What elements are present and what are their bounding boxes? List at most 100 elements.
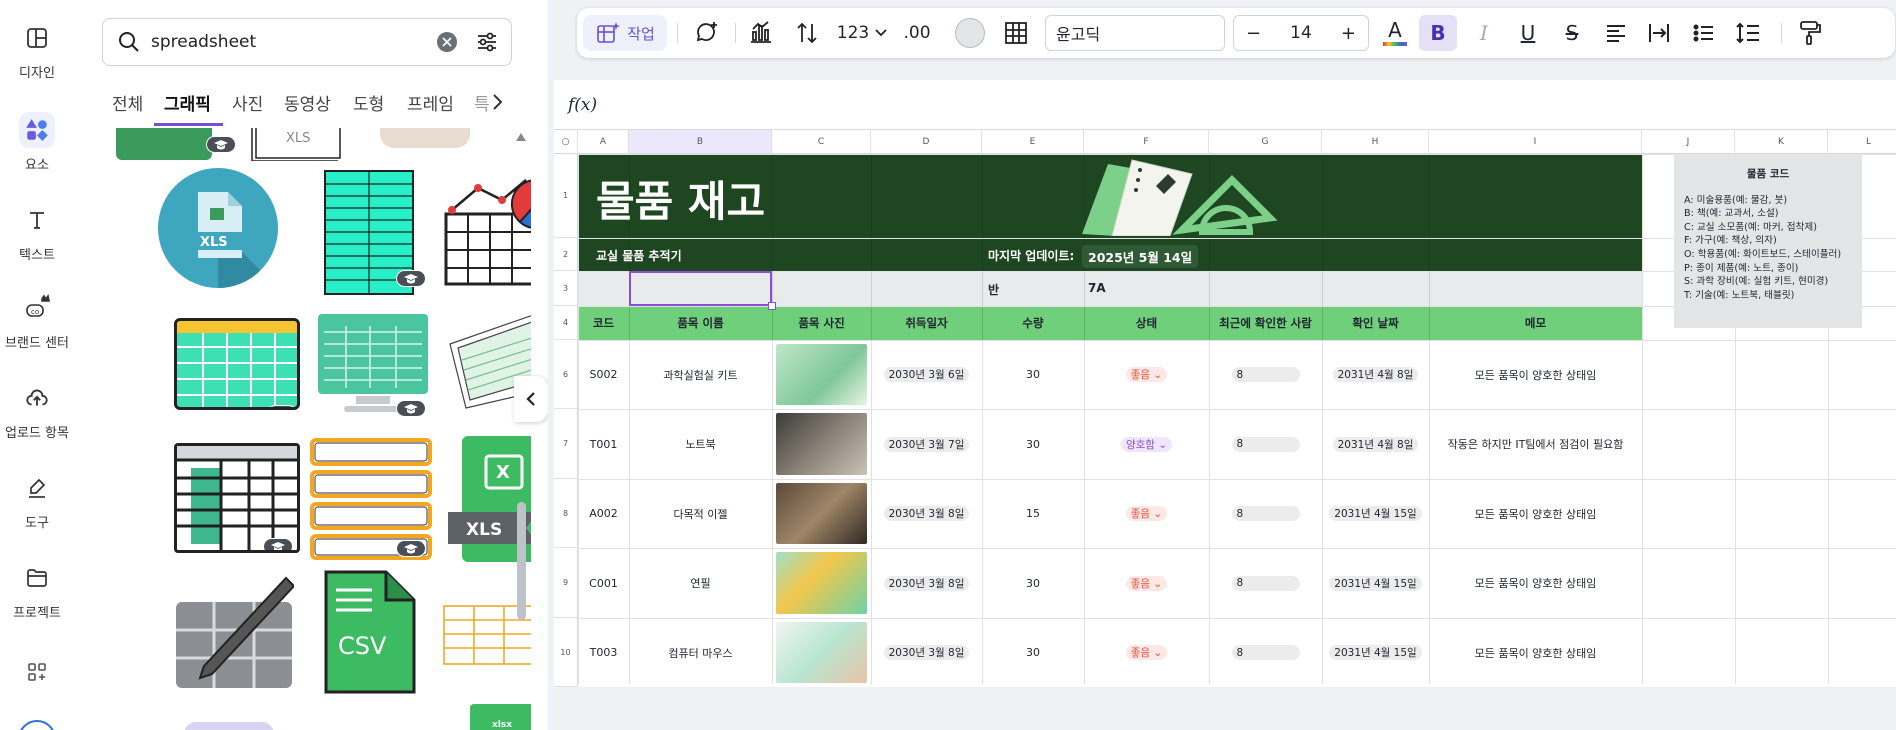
row-header[interactable]: 1	[554, 154, 578, 238]
checked-date-cell[interactable]: 2031년 4월 8일	[1322, 409, 1429, 479]
acquired-date-cell[interactable]: 2030년 3월 8일	[871, 479, 982, 548]
column-header[interactable]: G	[1209, 130, 1322, 154]
column-header[interactable]: L	[1828, 130, 1896, 154]
select-all-corner[interactable]: ○	[554, 130, 578, 154]
quantity-cell[interactable]: 15	[982, 479, 1084, 548]
code-cell[interactable]: T003	[578, 618, 629, 687]
comment-button[interactable]	[689, 15, 725, 51]
rail-item-brand[interactable]: co 브랜드 센터	[0, 290, 74, 351]
column-header[interactable]: H	[1322, 130, 1429, 154]
tab-graphics[interactable]: 그래픽	[164, 90, 211, 115]
status-cell[interactable]: 양호함 ⌄	[1084, 409, 1209, 479]
checker-cell[interactable]: 8	[1209, 409, 1322, 479]
status-badge[interactable]: 좋음 ⌄	[1125, 367, 1168, 382]
acquired-date-cell[interactable]: 2030년 3월 8일	[871, 548, 982, 618]
status-badge[interactable]: 양호함 ⌄	[1120, 436, 1173, 452]
checker-cell[interactable]: 8	[1209, 618, 1322, 687]
tile-xls-outline[interactable]: XLS	[248, 128, 348, 162]
code-cell[interactable]: T001	[578, 409, 629, 479]
tile-partial-lavender[interactable]	[184, 722, 274, 730]
avatar[interactable]	[18, 720, 56, 730]
quantity-cell[interactable]: 30	[982, 548, 1084, 618]
decimal-button[interactable]: .00	[895, 15, 939, 51]
status-cell[interactable]: 좋음 ⌄	[1084, 340, 1209, 409]
indent-button[interactable]	[1641, 15, 1679, 51]
column-header[interactable]: D	[871, 130, 982, 154]
memo-cell[interactable]: 모든 품목이 양호한 상태임	[1429, 548, 1642, 618]
scroll-up-icon[interactable]	[515, 132, 527, 142]
copy-style-button[interactable]	[1791, 15, 1829, 51]
memo-cell[interactable]: 모든 품목이 양호한 상태임	[1429, 479, 1642, 548]
column-header[interactable]: J	[1642, 130, 1735, 154]
tab-photos[interactable]: 사진	[232, 90, 263, 115]
column-header[interactable]: E	[982, 130, 1084, 154]
selection-handle[interactable]	[768, 302, 776, 310]
name-cell[interactable]: 과학실험실 키트	[629, 340, 772, 409]
quantity-cell[interactable]: 30	[982, 409, 1084, 479]
tile-paper-partial[interactable]	[380, 128, 470, 148]
border-button[interactable]	[997, 15, 1035, 51]
row-header[interactable]: 10	[554, 618, 578, 687]
column-header[interactable]: A	[578, 130, 629, 154]
quantity-cell[interactable]: 30	[982, 340, 1084, 409]
acquired-date-cell[interactable]: 2030년 3월 7일	[871, 409, 982, 479]
tab-frames[interactable]: 프레임	[407, 90, 454, 115]
tile-csv[interactable]: CSV	[324, 570, 416, 694]
selected-cell[interactable]	[629, 271, 772, 306]
tile-monitor-sheet[interactable]	[316, 312, 430, 418]
checker-cell[interactable]: 8	[1209, 479, 1322, 548]
rail-item-apps[interactable]	[0, 654, 74, 690]
row-header[interactable]: 3	[554, 271, 578, 306]
font-size-value[interactable]: 14	[1290, 23, 1312, 43]
number-format-dropdown[interactable]: 123	[833, 15, 891, 51]
name-cell[interactable]: 노트북	[629, 409, 772, 479]
status-cell[interactable]: 좋음 ⌄	[1084, 618, 1209, 687]
formula-bar[interactable]: f(x)	[554, 80, 1896, 130]
checked-date-cell[interactable]: 2031년 4월 15일	[1322, 479, 1429, 548]
quantity-cell[interactable]: 30	[982, 618, 1084, 687]
item-photo[interactable]	[776, 552, 867, 614]
filter-sliders-icon[interactable]	[475, 30, 499, 54]
rail-item-elements[interactable]: 요소	[0, 112, 74, 173]
chart-button[interactable]	[743, 15, 779, 51]
item-photo[interactable]	[776, 622, 867, 683]
font-size-stepper[interactable]: − 14 +	[1233, 15, 1369, 51]
checker-cell[interactable]: 8	[1209, 548, 1322, 618]
status-cell[interactable]: 좋음 ⌄	[1084, 479, 1209, 548]
row-header[interactable]: 9	[554, 548, 578, 618]
underline-button[interactable]: U	[1509, 15, 1547, 51]
checker-cell[interactable]: 8	[1209, 340, 1322, 409]
rail-item-text[interactable]: 텍스트	[0, 202, 74, 263]
sort-button[interactable]	[789, 15, 825, 51]
tile-orange-bars[interactable]	[308, 436, 434, 560]
tab-videos[interactable]: 동영상	[284, 90, 331, 115]
memo-cell[interactable]: 작동은 하지만 IT팀에서 점검이 필요함	[1429, 409, 1642, 479]
search-box[interactable]: spreadsheet	[102, 18, 512, 66]
item-photo[interactable]	[776, 483, 867, 544]
column-header[interactable]: F	[1084, 130, 1209, 154]
checked-date-cell[interactable]: 2031년 4월 15일	[1322, 548, 1429, 618]
column-header[interactable]: C	[772, 130, 871, 154]
bold-button[interactable]: B	[1419, 15, 1457, 51]
tile-green-partial[interactable]	[116, 128, 236, 160]
font-family-dropdown[interactable]: 윤고딕	[1045, 15, 1225, 51]
row-header[interactable]: 2	[554, 238, 578, 271]
status-badge[interactable]: 좋음 ⌄	[1125, 645, 1168, 660]
search-input[interactable]: spreadsheet	[151, 32, 437, 52]
tile-xls-circle[interactable]: XLS	[158, 168, 278, 288]
tab-all[interactable]: 전체	[112, 90, 143, 115]
chevron-right-icon[interactable]	[490, 92, 504, 112]
memo-cell[interactable]: 모든 품목이 양호한 상태임	[1429, 618, 1642, 687]
column-header[interactable]: K	[1735, 130, 1828, 154]
status-badge[interactable]: 좋음 ⌄	[1125, 575, 1168, 591]
acquired-date-cell[interactable]: 2030년 3월 6일	[871, 340, 982, 409]
panel-scrollbar[interactable]	[517, 502, 526, 620]
list-button[interactable]	[1685, 15, 1723, 51]
tile-chart-grid[interactable]	[444, 170, 531, 290]
acquired-date-cell[interactable]: 2030년 3월 8일	[871, 618, 982, 687]
font-size-increase-button[interactable]: +	[1341, 23, 1356, 44]
code-cell[interactable]: S002	[578, 340, 629, 409]
memo-cell[interactable]: 모든 품목이 양호한 상태임	[1429, 340, 1642, 409]
align-button[interactable]	[1597, 15, 1635, 51]
item-photo[interactable]	[776, 413, 867, 475]
